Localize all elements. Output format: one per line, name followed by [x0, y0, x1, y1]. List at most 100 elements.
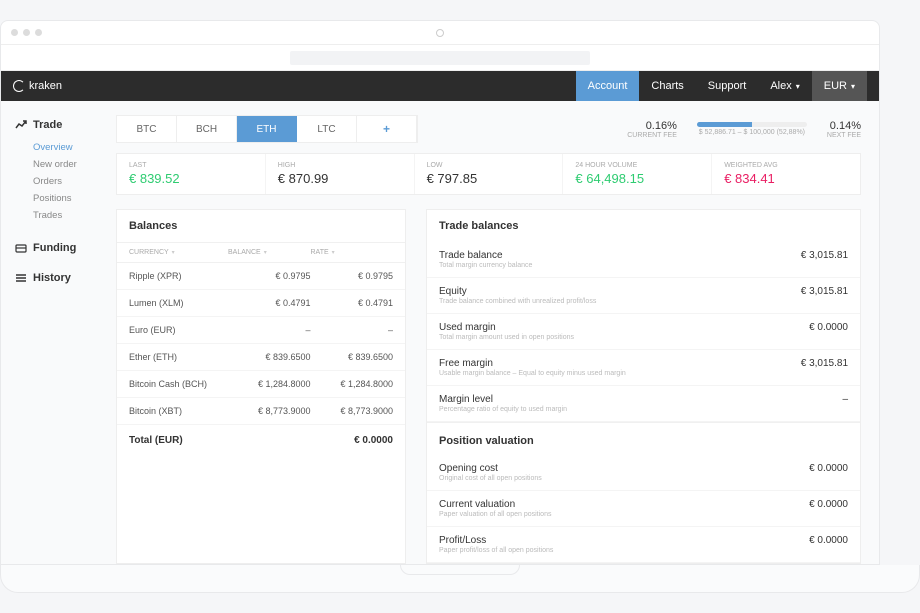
column-header[interactable]: CURRENCY ▾ [129, 249, 228, 256]
sidebar-history-header[interactable]: History [15, 272, 116, 284]
metric-desc: Percentage ratio of equity to used margi… [439, 406, 842, 413]
window-dot [35, 29, 42, 36]
metric-value: € 0.0000 [809, 535, 848, 546]
brand-logo[interactable]: kraken [13, 80, 62, 92]
metric-value: – [842, 394, 848, 405]
sidebar-trade-label: Trade [33, 119, 62, 131]
url-input[interactable] [290, 51, 590, 65]
stat-low: LOW € 797.85 [415, 154, 564, 194]
trade-icon [15, 119, 27, 131]
tab-ltc[interactable]: LTC [297, 116, 357, 142]
stat-weighted-avg: WEIGHTED AVG € 834.41 [712, 154, 860, 194]
metric-desc: Paper profit/loss of all open positions [439, 547, 809, 554]
metric-label: Used margin [439, 322, 809, 333]
nav-account[interactable]: Account [576, 71, 640, 101]
next-fee-label: NEXT FEE [827, 132, 861, 139]
camera-icon [436, 29, 444, 37]
sidebar-trade-header[interactable]: Trade [15, 119, 116, 131]
window-dot [23, 29, 30, 36]
metric-label: Current valuation [439, 499, 809, 510]
current-fee-label: CURRENT FEE [627, 132, 677, 139]
kraken-icon [13, 80, 25, 92]
metric-row: Margin levelPercentage ratio of equity t… [427, 386, 860, 422]
nav-user-menu[interactable]: Alex ▾ [758, 71, 811, 101]
metric-row: Opening costOriginal cost of all open po… [427, 455, 860, 491]
trade-balances-panel: Trade balances Trade balanceTotal margin… [426, 209, 861, 564]
trade-balances-title: Trade balances [427, 210, 860, 242]
stats-row: LAST € 839.52 HIGH€ 870.99 LOW € 797.85 24 HO… [116, 153, 861, 195]
sidebar-item-trades[interactable]: Trades [33, 207, 116, 224]
asset-tabs: BTCBCHETHLTC+ [116, 115, 418, 143]
history-icon [15, 272, 27, 284]
sidebar-item-new-order[interactable]: New order [33, 156, 116, 173]
stat-24-hour-volume: 24 HOUR VOLUME€ 64,498.15 [563, 154, 712, 194]
sort-icon: ▾ [172, 249, 228, 256]
column-header[interactable]: RATE ▾ [311, 249, 394, 256]
tab-bch[interactable]: BCH [177, 116, 237, 142]
balance-row: Lumen (XLM)€ 0.4791€ 0.4791 [117, 290, 405, 317]
balance-row: Bitcoin Cash (BCH)€ 1,284.8000€ 1,284.80… [117, 371, 405, 398]
tab-eth[interactable]: ETH [237, 116, 297, 142]
stat-value: € 834.41 [724, 171, 848, 186]
nav-currency-label: EUR [824, 80, 847, 92]
balance-row: Bitcoin (XBT)€ 8,773.9000€ 8,773.9000 [117, 398, 405, 425]
metric-row: Trade balanceTotal margin currency balan… [427, 242, 860, 278]
sidebar-history-label: History [33, 272, 71, 284]
metric-value: € 3,015.81 [801, 286, 848, 297]
top-navbar: kraken Account Charts Support Alex ▾ EUR… [1, 71, 879, 101]
balance-row: Ether (ETH)€ 839.6500€ 839.6500 [117, 344, 405, 371]
metric-desc: Total margin currency balance [439, 262, 801, 269]
metric-desc: Total margin amount used in open positio… [439, 334, 809, 341]
balances-total-value: € 0.0000 [354, 435, 393, 446]
tab-btc[interactable]: BTC [117, 116, 177, 142]
metric-desc: Usable margin balance – Equal to equity … [439, 370, 801, 377]
metric-label: Profit/Loss [439, 535, 809, 546]
metric-row: EquityTrade balance combined with unreal… [427, 278, 860, 314]
browser-chrome [1, 21, 879, 45]
brand-text: kraken [29, 80, 62, 92]
metric-row: Profit/LossPaper profit/loss of all open… [427, 527, 860, 563]
metric-value: € 0.0000 [809, 499, 848, 510]
sidebar-item-orders[interactable]: Orders [33, 173, 116, 190]
stat-label: HIGH [278, 162, 402, 169]
stat-value: € 797.85 [427, 171, 551, 186]
stat-value: € 839.52 [129, 171, 253, 186]
metric-value: € 0.0000 [809, 463, 848, 474]
nav-charts[interactable]: Charts [639, 71, 695, 101]
sidebar-item-overview[interactable]: Overview [33, 139, 116, 156]
balance-row: Ripple (XPR)€ 0.9795€ 0.9795 [117, 263, 405, 290]
stat-label: WEIGHTED AVG [724, 162, 848, 169]
metric-label: Equity [439, 286, 801, 297]
nav-support[interactable]: Support [696, 71, 759, 101]
metric-row: Free marginUsable margin balance – Equal… [427, 350, 860, 386]
metric-desc: Trade balance combined with unrealized p… [439, 298, 801, 305]
tab-add[interactable]: + [357, 116, 417, 142]
stat-high: HIGH€ 870.99 [266, 154, 415, 194]
chevron-down-icon: ▾ [796, 82, 800, 91]
url-bar [1, 45, 879, 71]
nav-user-label: Alex [770, 80, 791, 92]
metric-desc: Paper valuation of all open positions [439, 511, 809, 518]
sidebar-funding-header[interactable]: Funding [15, 242, 116, 254]
sidebar: Trade OverviewNew orderOrdersPositionsTr… [1, 101, 116, 564]
metric-row: Used marginTotal margin amount used in o… [427, 314, 860, 350]
balances-total-label: Total (EUR) [129, 435, 354, 446]
stat-label: LAST [129, 162, 253, 169]
sort-icon: ▾ [332, 249, 393, 256]
sort-icon: ▾ [264, 249, 311, 256]
metric-label: Opening cost [439, 463, 809, 474]
sidebar-item-positions[interactable]: Positions [33, 190, 116, 207]
stat-last: LAST € 839.52 [117, 154, 266, 194]
current-fee: 0.16% CURRENT FEE [627, 120, 677, 139]
balances-panel: Balances CURRENCY ▾BALANCE ▾RATE ▾ Rippl… [116, 209, 406, 564]
sidebar-funding-label: Funding [33, 242, 76, 254]
next-fee: 0.14% NEXT FEE [827, 120, 861, 139]
stat-label: LOW [427, 162, 551, 169]
column-header[interactable]: BALANCE ▾ [228, 249, 311, 256]
next-fee-value: 0.14% [827, 120, 861, 132]
fee-progress: $ 52,886.71 – $ 100,000 (52,88%) [697, 122, 807, 136]
metric-label: Margin level [439, 394, 842, 405]
metric-label: Trade balance [439, 250, 801, 261]
nav-currency-menu[interactable]: EUR ▾ [812, 71, 867, 101]
balance-row: Euro (EUR)–– [117, 317, 405, 344]
